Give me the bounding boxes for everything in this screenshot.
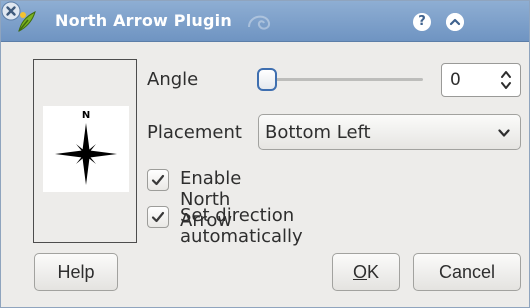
auto-direction-label: Set direction automatically <box>180 205 303 247</box>
angle-slider-handle[interactable] <box>257 68 277 91</box>
north-letter: N <box>82 110 90 121</box>
ok-mnemonic: O <box>352 262 367 282</box>
ok-label-rest: K <box>367 262 380 282</box>
decoration-swirl-icon <box>248 15 271 30</box>
enable-north-arrow-checkbox[interactable] <box>147 169 169 191</box>
north-arrow-preview: N <box>43 106 129 192</box>
checkmark-icon <box>151 211 165 223</box>
placement-label: Placement <box>147 122 242 143</box>
spin-arrows-icon[interactable] <box>500 69 512 91</box>
angle-spinbox[interactable]: 0 <box>441 63 521 97</box>
window-title: North Arrow Plugin <box>55 11 232 30</box>
placement-selected: Bottom Left <box>265 122 371 143</box>
plugin-leaf-icon <box>18 11 36 32</box>
help-button[interactable]: Help <box>34 253 118 291</box>
checkmark-icon <box>151 174 165 186</box>
compass-star-icon: N <box>55 110 117 185</box>
chevron-down-icon <box>498 129 510 137</box>
placement-combo[interactable]: Bottom Left <box>258 114 521 150</box>
auto-direction-checkbox[interactable] <box>147 206 169 228</box>
shade-icon[interactable] <box>446 13 464 31</box>
angle-spin-value: 0 <box>450 70 461 90</box>
title-bar[interactable]: North Arrow Plugin ? <box>1 1 529 42</box>
angle-slider-track[interactable] <box>265 78 423 81</box>
help-icon[interactable]: ? <box>413 13 431 31</box>
cancel-button[interactable]: Cancel <box>413 253 521 291</box>
ok-button[interactable]: OK <box>332 253 400 291</box>
angle-label: Angle <box>147 69 199 90</box>
north-arrow-dialog: North Arrow Plugin ? N Angle 0 Placement… <box>0 0 530 308</box>
arrow-preview-frame: N <box>33 59 137 243</box>
